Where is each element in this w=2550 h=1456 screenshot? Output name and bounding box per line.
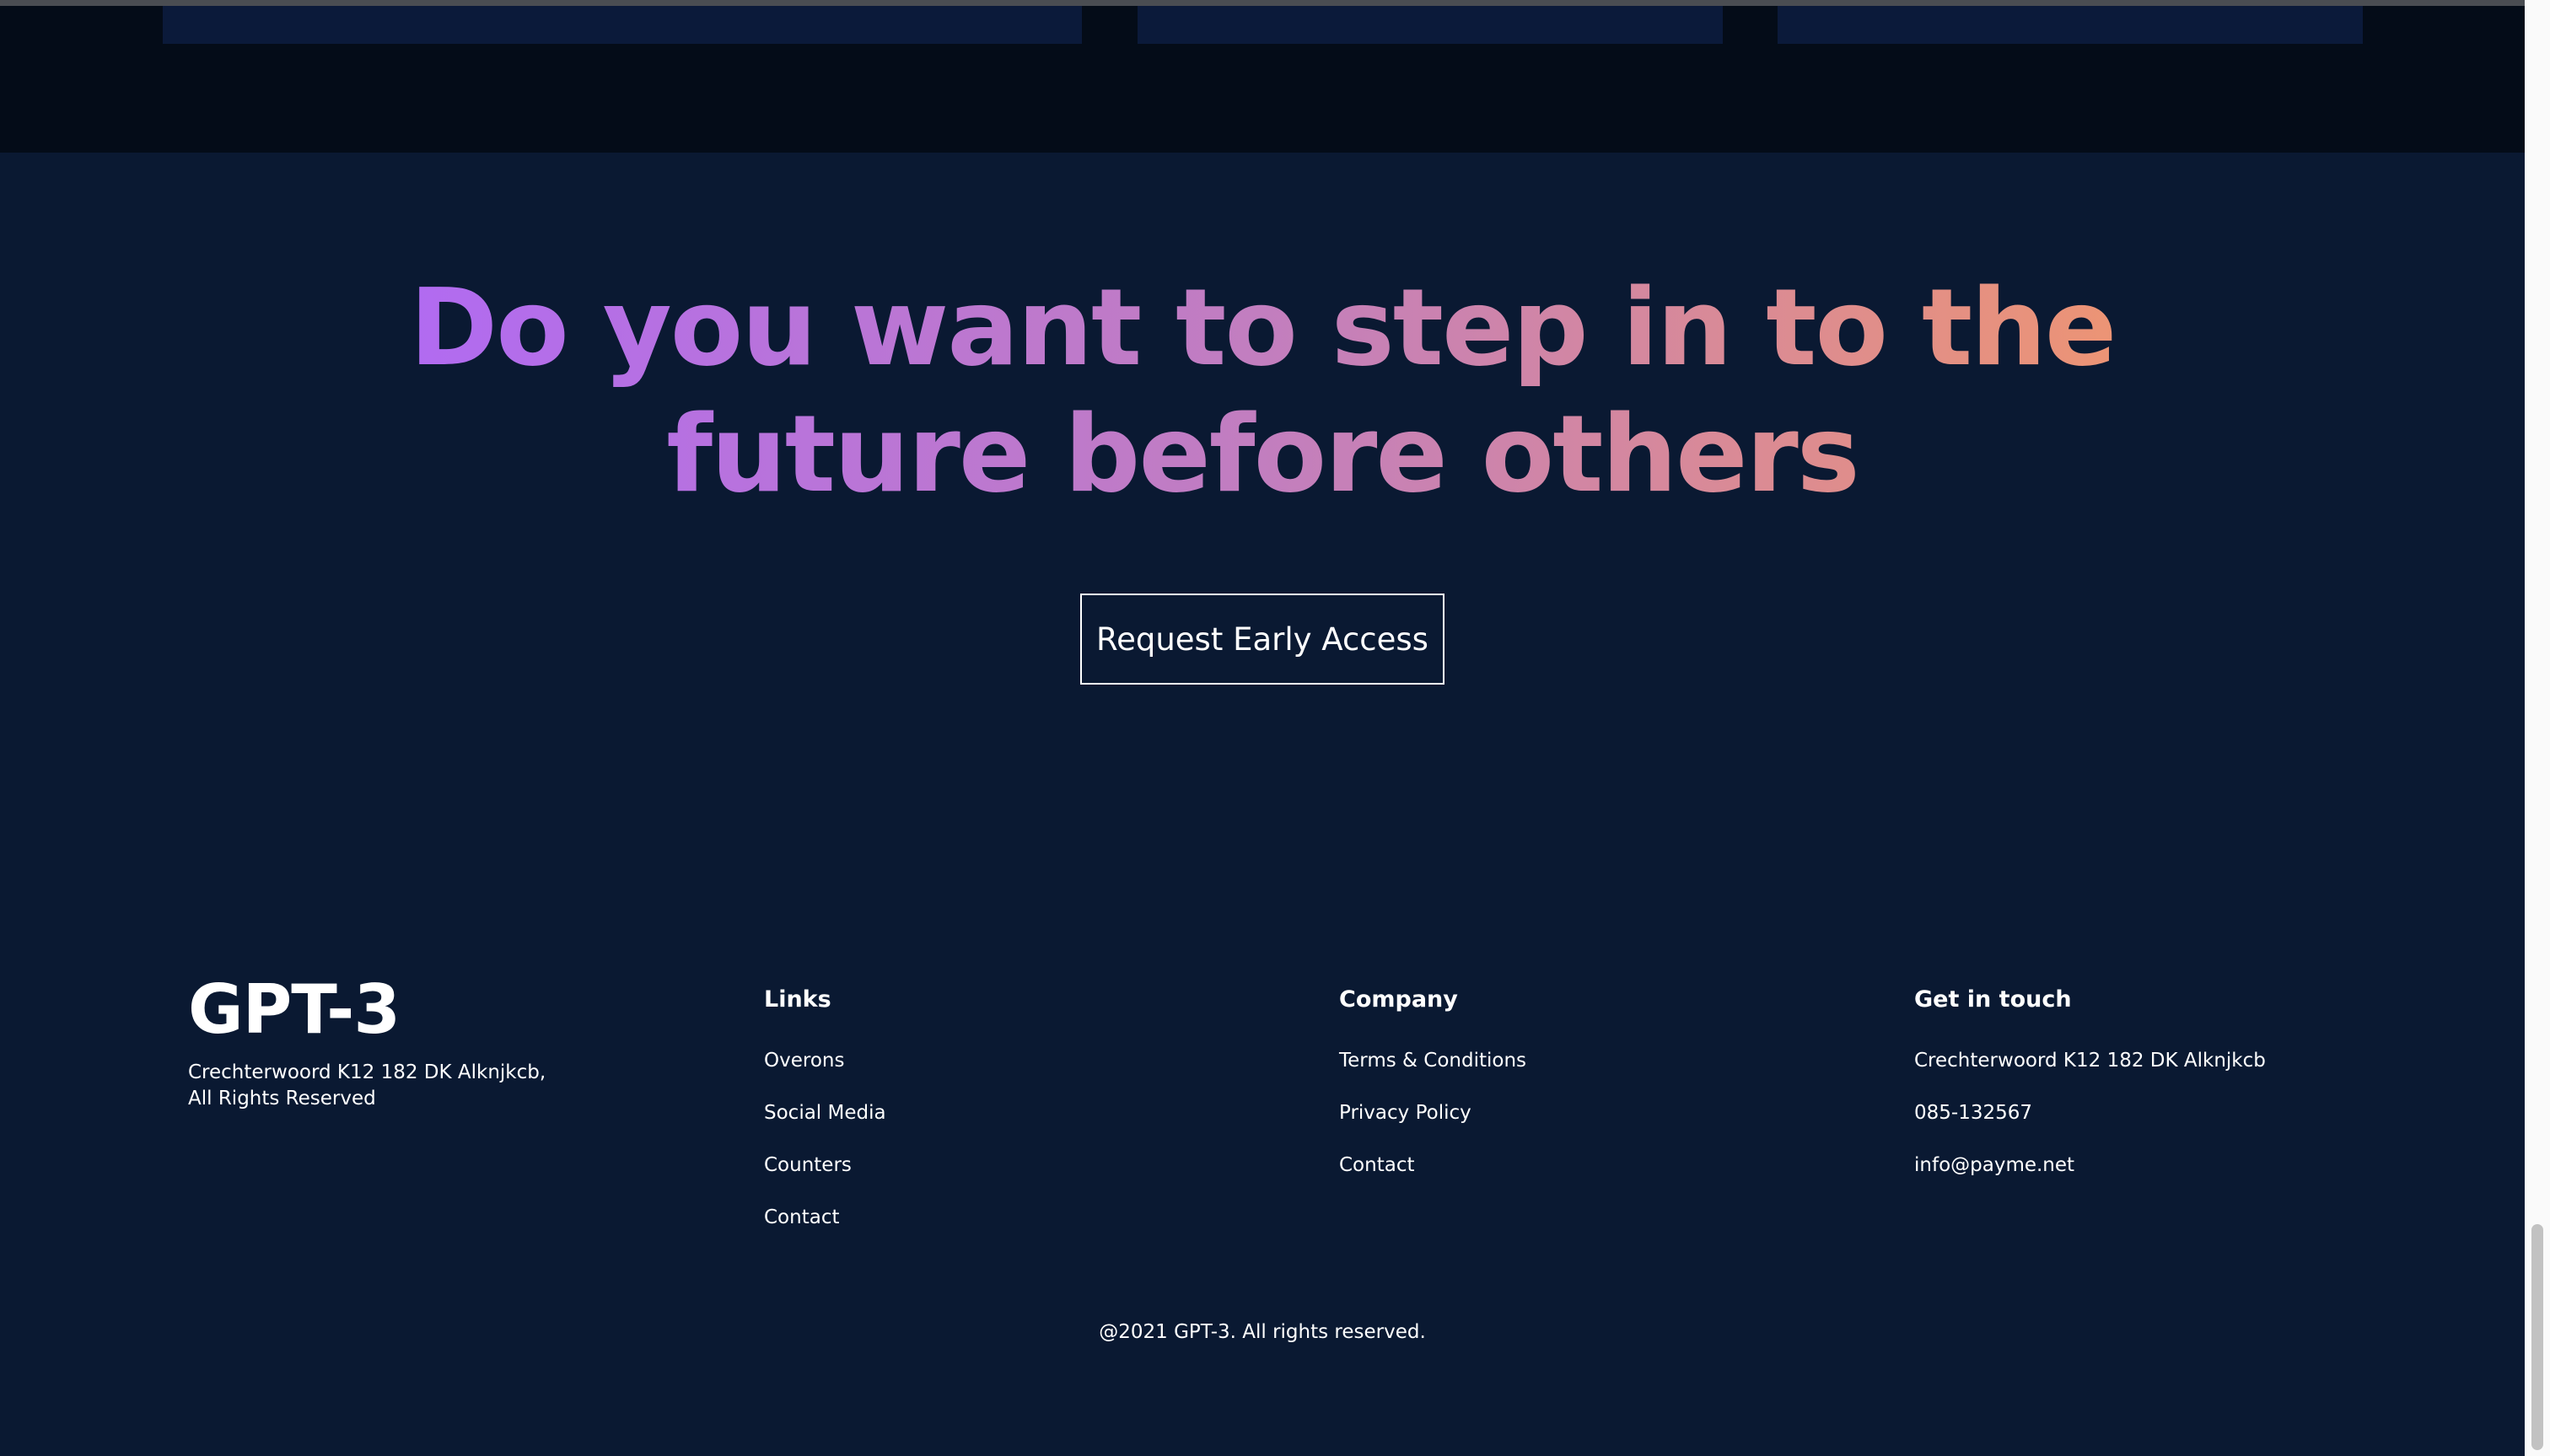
contact-email[interactable]: info@payme.net: [1914, 1152, 2266, 1205]
footer-link-counters[interactable]: Counters: [764, 1152, 886, 1205]
footer-link-privacy[interactable]: Privacy Policy: [1339, 1100, 1526, 1152]
request-early-access-button[interactable]: Request Early Access: [1080, 594, 1444, 685]
address-line-2: All Rights Reserved: [188, 1088, 376, 1109]
cta-headline: Do you want to step in to the future bef…: [253, 265, 2272, 518]
scrollbar-thumb[interactable]: [2531, 1224, 2543, 1450]
column-title: Get in touch: [1914, 986, 2072, 1013]
blog-card-bottom: [163, 6, 1082, 44]
contact-address: Crechterwoord K12 182 DK Alknjkcb: [1914, 1050, 2266, 1072]
gpt3-logo[interactable]: GPT-3: [188, 972, 401, 1048]
copyright-text: @2021 GPT-3. All rights reserved.: [1099, 1321, 1426, 1343]
footer-link-social-media[interactable]: Social Media: [764, 1100, 886, 1152]
column-title: Company: [1339, 986, 1458, 1013]
contact-list: Crechterwoord K12 182 DK Alknjkcb 085-13…: [1914, 1048, 2266, 1205]
vertical-scrollbar[interactable]: [2525, 0, 2550, 1456]
contact-phone[interactable]: 085-132567: [1914, 1100, 2266, 1152]
links-list: Overons Social Media Counters Contact: [764, 1048, 886, 1257]
blog-card-bottom: [1138, 6, 1723, 44]
footer-link-overons[interactable]: Overons: [764, 1048, 886, 1100]
column-title: Links: [764, 986, 831, 1013]
window-top-edge: [0, 0, 2530, 6]
footer-link-contact[interactable]: Contact: [1339, 1152, 1526, 1205]
footer-column-company: Company Terms & Conditions Privacy Polic…: [1339, 983, 1526, 1176]
footer-address: Crechterwoord K12 182 DK Alknjkcb, All R…: [188, 1060, 559, 1112]
footer-link-terms[interactable]: Terms & Conditions: [1339, 1048, 1526, 1100]
footer-section: Do you want to step in to the future bef…: [0, 153, 2525, 1456]
address-line-1: Crechterwoord K12 182 DK Alknjkcb,: [188, 1061, 546, 1083]
footer-link-contact[interactable]: Contact: [764, 1205, 886, 1257]
company-list: Terms & Conditions Privacy Policy Contac…: [1339, 1048, 1526, 1205]
blog-card-bottom: [1778, 6, 2363, 44]
footer-column-links: Links Overons Social Media Counters Cont…: [764, 983, 886, 1228]
footer-column-get-in-touch: Get in touch Crechterwoord K12 182 DK Al…: [1914, 983, 2266, 1176]
